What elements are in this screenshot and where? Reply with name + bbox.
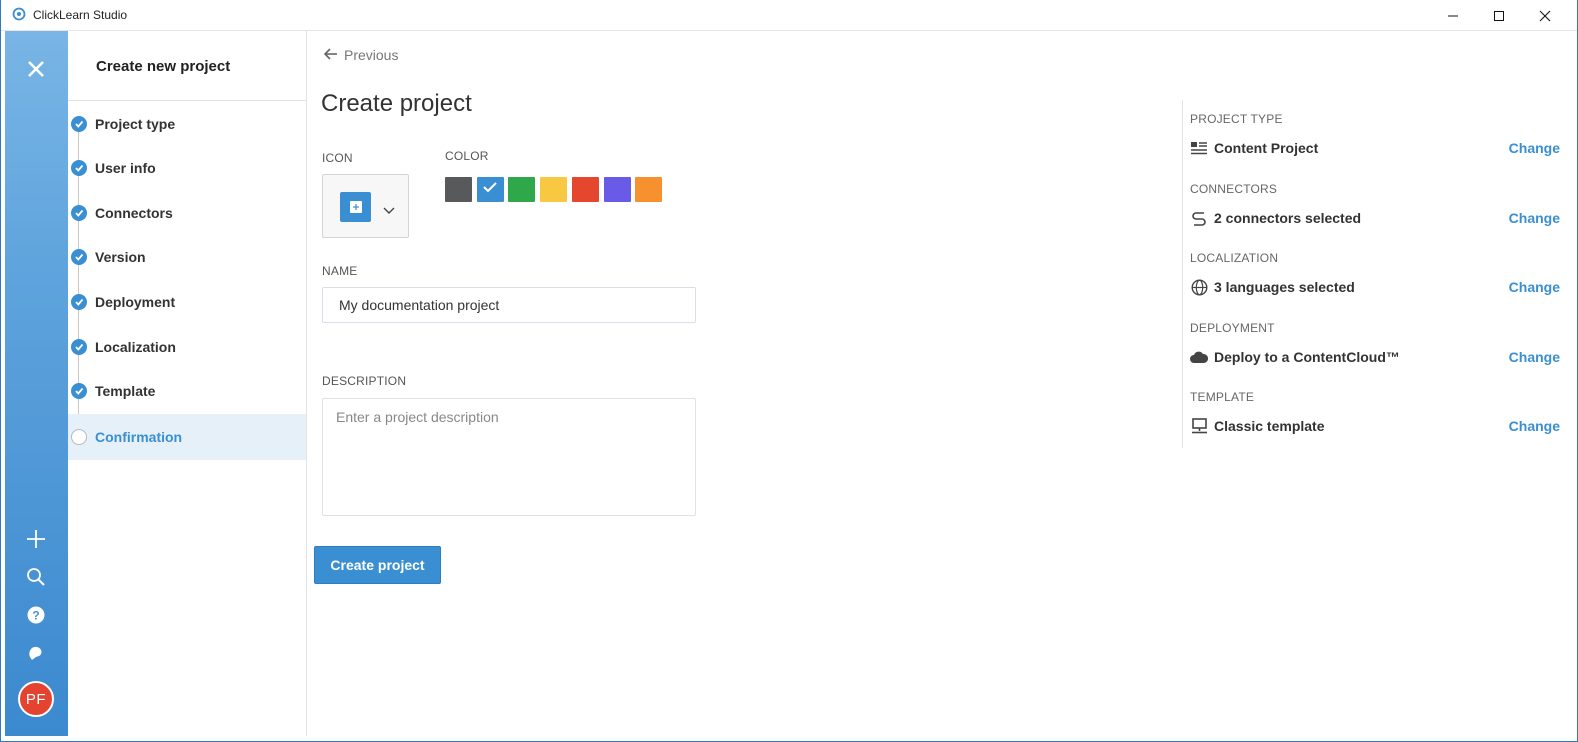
summary-row-project-type: Content Project Change [1190,136,1560,160]
previous-link[interactable]: Previous [323,47,399,63]
cloud-icon [1190,348,1208,366]
create-project-button[interactable]: Create project [314,546,441,584]
monitor-icon [1190,417,1208,435]
color-swatch[interactable] [635,177,663,202]
color-swatch[interactable] [476,177,504,202]
change-template-link[interactable]: Change [1509,418,1560,434]
change-project-type-link[interactable]: Change [1509,140,1560,156]
check-icon [71,160,87,176]
description-label: DESCRIPTION [322,374,407,388]
main-content: Previous Create project ICON COLOR NAME … [307,31,1183,736]
summary-label-template: TEMPLATE [1190,390,1255,404]
page-title: Create project [321,90,472,117]
summary-label-localization: LOCALIZATION [1190,251,1279,265]
check-icon [71,383,87,399]
list-icon [1190,139,1208,157]
color-swatch[interactable] [508,177,536,202]
color-swatch[interactable] [540,177,568,202]
icon-label: ICON [322,151,353,165]
summary-label-deployment: DEPLOYMENT [1190,321,1275,335]
summary-panel: PROJECT TYPE Content Project Change CONN… [1182,100,1567,448]
summary-row-deployment: Deploy to a ContentCloud™ Change [1190,345,1560,369]
name-field[interactable] [322,287,696,323]
summary-row-connectors: 2 connectors selected Change [1190,206,1560,230]
check-icon [71,205,87,221]
description-field[interactable] [322,398,696,516]
step-confirmation[interactable]: Confirmation [68,414,306,460]
step-label: Deployment [95,294,176,310]
step-label: User info [95,160,156,176]
check-icon [71,294,87,310]
summary-row-template: Classic template Change [1190,414,1560,438]
arrow-left-icon [323,47,338,63]
step-label: Confirmation [95,429,183,445]
step-user-info[interactable]: User info [68,145,306,191]
step-label: Project type [95,116,176,132]
step-version[interactable]: Version [68,234,306,280]
check-icon [71,116,87,132]
maximize-button[interactable] [1476,0,1522,31]
color-label: COLOR [445,149,489,163]
step-label: Localization [95,339,176,355]
app-window: ClickLearn Studio ? PF Create new projec… [0,0,1578,742]
summary-value: Deploy to a ContentCloud™ [1214,349,1400,365]
step-label: Version [95,249,146,265]
steps-panel: Create new project Project type User inf… [68,31,307,736]
summary-value: 2 connectors selected [1214,210,1362,226]
chat-icon[interactable] [22,639,50,667]
icon-picker[interactable] [322,174,409,238]
check-icon [71,249,87,265]
step-localization[interactable]: Localization [68,324,306,370]
title-bar: ClickLearn Studio [1,0,1577,31]
summary-value: Classic template [1214,418,1325,434]
svg-text:?: ? [32,609,39,623]
minimize-button[interactable] [1430,0,1476,31]
chevron-down-icon [383,202,395,220]
previous-label: Previous [344,47,399,63]
step-label: Connectors [95,205,173,221]
project-icon [340,192,371,222]
search-icon[interactable] [22,563,50,591]
summary-value: 3 languages selected [1214,279,1355,295]
step-deployment[interactable]: Deployment [68,279,306,325]
help-icon[interactable]: ? [22,601,50,629]
steps-heading: Create new project [96,58,231,75]
color-swatch[interactable] [571,177,599,202]
color-swatch[interactable] [445,177,472,202]
left-rail: ? PF [5,31,68,736]
empty-circle-icon [71,429,87,445]
app-logo-icon [12,7,26,21]
step-template[interactable]: Template [68,368,306,414]
check-icon [71,339,87,355]
avatar[interactable]: PF [18,681,54,717]
window-title: ClickLearn Studio [33,8,128,22]
plus-icon[interactable] [22,525,50,553]
globe-icon [1190,278,1208,296]
summary-label-connectors: CONNECTORS [1190,182,1278,196]
step-connectors[interactable]: Connectors [68,190,306,236]
change-connectors-link[interactable]: Change [1509,210,1560,226]
change-localization-link[interactable]: Change [1509,279,1560,295]
step-label: Template [95,383,156,399]
summary-value: Content Project [1214,140,1319,156]
close-window-button[interactable] [1522,0,1568,31]
summary-row-localization: 3 languages selected Change [1190,275,1560,299]
check-icon [482,180,498,199]
change-deployment-link[interactable]: Change [1509,349,1560,365]
name-label: NAME [322,264,358,278]
step-project-type[interactable]: Project type [68,101,306,147]
connector-icon [1190,209,1208,227]
close-icon[interactable] [22,55,50,83]
color-swatch[interactable] [603,177,631,202]
summary-label-project-type: PROJECT TYPE [1190,112,1283,126]
